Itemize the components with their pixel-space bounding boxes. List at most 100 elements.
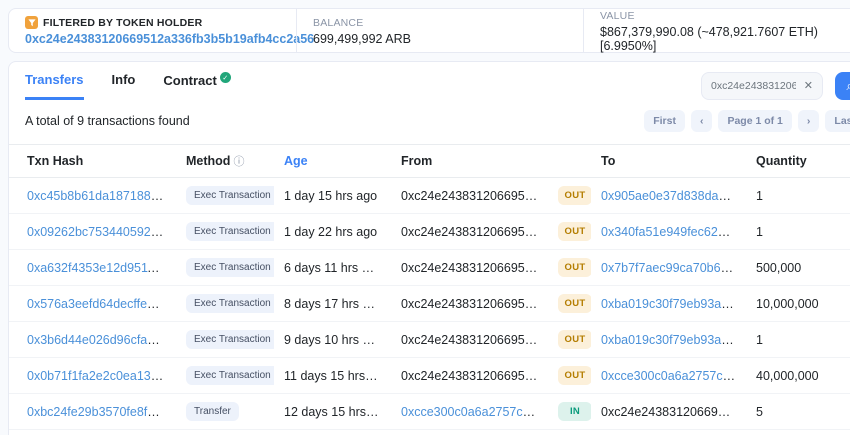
pagination: First ‹ Page 1 of 1 › Last <box>644 110 850 132</box>
method-badge: Exec Transaction <box>186 222 274 241</box>
value-section: VALUE $867,379,990.08 (~478,921.7607 ETH… <box>583 9 850 52</box>
to-address[interactable]: 0x905ae0e37d838da462... <box>601 189 746 203</box>
transfers-table: Txn Hash Methodⓘ Age From To Quantity 0x… <box>9 144 850 435</box>
direction-badge: OUT <box>558 330 591 349</box>
info-icon[interactable]: ⓘ <box>233 156 244 168</box>
token-holder-address-link[interactable]: 0xc24e24383120669512a336fb3b5b19afb4cc2a… <box>25 32 280 46</box>
method-badge: Transfer <box>186 402 239 421</box>
header-txn-hash: Txn Hash <box>9 145 176 178</box>
token-holder-summary-bar: FILTERED BY TOKEN HOLDER 0xc24e243831206… <box>8 8 850 53</box>
to-address-cell: 0xc24e24383120669512... <box>591 394 746 430</box>
last-page-button[interactable]: Last <box>825 110 850 132</box>
from-address-cell: 0xc24e24383120669512... <box>391 178 548 214</box>
table-row: 0x576a3eefd64decffee9... Exec Transactio… <box>9 286 850 322</box>
header-method: Methodⓘ <box>176 145 274 178</box>
value-label: VALUE <box>600 10 850 22</box>
quantity-cell: 10 <box>746 430 850 435</box>
to-address[interactable]: 0x340fa51e949fec62c43... <box>601 225 746 239</box>
to-address[interactable]: 0xcce300c0a6a2757c66f... <box>601 369 746 383</box>
header-age[interactable]: Age <box>274 145 391 178</box>
txn-hash-cell: 0x3b6d44e026d96cfa2e... <box>9 322 176 358</box>
from-address-cell: 0xc24e24383120669512... <box>391 430 548 435</box>
prev-page-icon[interactable]: ‹ <box>691 110 713 132</box>
search-button[interactable]: ⌕ <box>835 72 850 100</box>
direction-cell: OUT <box>548 358 591 394</box>
txn-hash-cell: 0xc45b8b61da18718850... <box>9 178 176 214</box>
quantity-cell: 500,000 <box>746 250 850 286</box>
table-row: 0xbc24fe29b3570fe8f78... Transfer 12 day… <box>9 394 850 430</box>
tab-bar: Transfers Info Contract ✓ <box>25 72 231 100</box>
age-cell: 12 days 15 hrs ago <box>274 394 391 430</box>
age-cell: 1 day 15 hrs ago <box>274 178 391 214</box>
txn-hash-link[interactable]: 0x0b71f1fa2e2c0ea13b0... <box>27 369 175 383</box>
filtered-by-label: FILTERED BY TOKEN HOLDER <box>43 17 202 29</box>
table-row: 0x0b71f1fa2e2c0ea13b0... Exec Transactio… <box>9 358 850 394</box>
tab-transfers[interactable]: Transfers <box>25 72 84 100</box>
age-cell: 12 days 16 hrs ago <box>274 430 391 435</box>
search-input-value: 0xc24e24383120669512a336fb3b... <box>711 80 796 92</box>
from-address-cell: 0xc24e24383120669512... <box>391 358 548 394</box>
table-row: 0x09262bc75344059251... Exec Transaction… <box>9 214 850 250</box>
verified-icon: ✓ <box>220 72 231 83</box>
from-address: 0xc24e24383120669512... <box>401 261 548 275</box>
method-cell: Exec Transaction <box>176 178 274 214</box>
txn-hash-link[interactable]: 0xc45b8b61da18718850... <box>27 189 175 203</box>
balance-label: BALANCE <box>313 17 567 29</box>
from-address-cell: 0xc24e24383120669512... <box>391 322 548 358</box>
direction-cell: OUT <box>548 214 591 250</box>
quantity-cell: 1 <box>746 322 850 358</box>
method-cell: Exec Transaction <box>176 214 274 250</box>
first-page-button[interactable]: First <box>644 110 685 132</box>
table-row: 0x21c85d2989f004f459d... Exec Transactio… <box>9 430 850 435</box>
direction-badge: IN <box>558 402 591 421</box>
transactions-count: A total of 9 transactions found <box>25 114 190 128</box>
txn-hash-cell: 0x09262bc75344059251... <box>9 214 176 250</box>
header-from: From <box>391 145 548 178</box>
age-cell: 6 days 11 hrs ago <box>274 250 391 286</box>
method-cell: Exec Transaction <box>176 430 274 435</box>
header-direction <box>548 145 591 178</box>
next-page-icon[interactable]: › <box>798 110 820 132</box>
table-row: 0x3b6d44e026d96cfa2e... Exec Transaction… <box>9 322 850 358</box>
tab-contract[interactable]: Contract ✓ <box>163 72 230 100</box>
txn-hash-link[interactable]: 0x576a3eefd64decffee9... <box>27 297 171 311</box>
direction-cell: OUT <box>548 286 591 322</box>
from-address-cell: 0xcce300c0a6a2757c66f... <box>391 394 548 430</box>
to-address-cell: 0x340fa51e949fec62c43... <box>591 214 746 250</box>
to-address-cell: 0x905ae0e37d838da462... <box>591 178 746 214</box>
direction-badge: OUT <box>558 222 591 241</box>
age-cell: 11 days 15 hrs ago <box>274 358 391 394</box>
txn-hash-cell: 0x576a3eefd64decffee9... <box>9 286 176 322</box>
direction-badge: OUT <box>558 366 591 385</box>
value-amount: $867,379,990.08 (~478,921.7607 ETH) [6.9… <box>600 25 850 53</box>
age-cell: 9 days 10 hrs ago <box>274 322 391 358</box>
quantity-cell: 1 <box>746 214 850 250</box>
tab-contract-label: Contract <box>163 73 216 88</box>
to-address-cell: 0xcce300c0a6a2757c66f... <box>591 358 746 394</box>
method-cell: Exec Transaction <box>176 250 274 286</box>
to-address[interactable]: 0xba019c30f79eb93a00... <box>601 333 746 347</box>
filter-icon <box>25 16 38 29</box>
to-address[interactable]: 0xba019c30f79eb93a00... <box>601 297 746 311</box>
txn-hash-link[interactable]: 0xa632f4353e12d9511f4... <box>27 261 175 275</box>
direction-cell: OUT <box>548 430 591 435</box>
to-address[interactable]: 0x7b7f7aec99ca70b62a... <box>601 261 745 275</box>
tab-info[interactable]: Info <box>112 72 136 100</box>
direction-cell: OUT <box>548 178 591 214</box>
clear-search-icon[interactable]: ✕ <box>804 81 813 92</box>
txn-hash-cell: 0xa632f4353e12d9511f4... <box>9 250 176 286</box>
txn-hash-link[interactable]: 0xbc24fe29b3570fe8f78... <box>27 405 172 419</box>
search-area: 0xc24e24383120669512a336fb3b... ✕ ⌕ <box>701 72 850 100</box>
direction-badge: OUT <box>558 258 591 277</box>
search-input[interactable]: 0xc24e24383120669512a336fb3b... ✕ <box>701 72 823 100</box>
txn-hash-link[interactable]: 0x09262bc75344059251... <box>27 225 175 239</box>
table-row: 0xa632f4353e12d9511f4... Exec Transactio… <box>9 250 850 286</box>
txn-hash-link[interactable]: 0x3b6d44e026d96cfa2e... <box>27 333 172 347</box>
method-cell: Exec Transaction <box>176 358 274 394</box>
table-row: 0xc45b8b61da18718850... Exec Transaction… <box>9 178 850 214</box>
to-address-cell: 0xba019c30f79eb93a00... <box>591 322 746 358</box>
summary-row: A total of 9 transactions found First ‹ … <box>9 100 850 144</box>
from-address: 0xc24e24383120669512... <box>401 225 548 239</box>
from-address[interactable]: 0xcce300c0a6a2757c66f... <box>401 405 548 419</box>
method-cell: Transfer <box>176 394 274 430</box>
